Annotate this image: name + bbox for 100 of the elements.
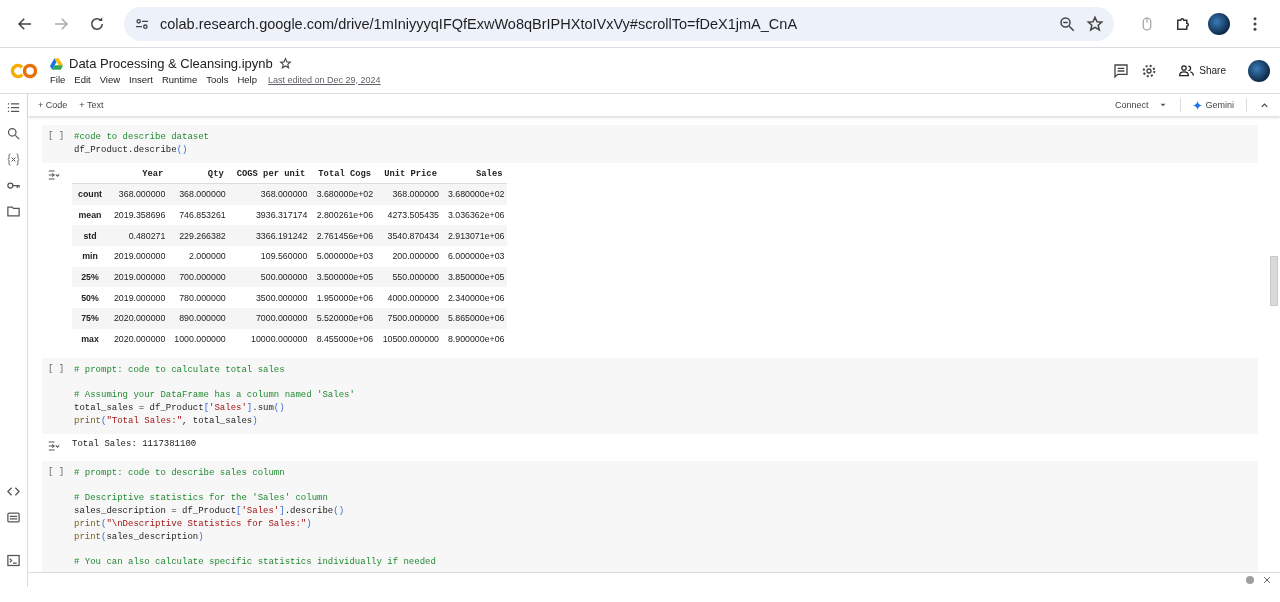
add-code-button[interactable]: + Code	[38, 100, 68, 110]
table-cell: 746.853261	[168, 204, 229, 226]
output-text: Total Sales: 1117381100	[72, 437, 197, 451]
status-dot-icon	[1246, 576, 1254, 584]
row-label: mean	[72, 204, 108, 226]
run-cell-button[interactable]: [ ]	[48, 466, 74, 569]
table-cell: 700.000000	[168, 266, 229, 288]
table-cell: 3936.317174	[228, 204, 311, 226]
table-cell: 1.950000e+06	[310, 287, 377, 309]
table-cell: 2019.000000	[107, 287, 169, 309]
table-cell: 6.000000e+03	[441, 246, 508, 267]
table-cell: 8.455000e+06	[310, 328, 377, 350]
table-cell: 5.865000e+06	[441, 308, 508, 329]
table-cell: 2.800261e+06	[310, 204, 377, 226]
table-cell: 0.480271	[107, 225, 169, 247]
column-header: Sales	[441, 165, 508, 184]
code-comment: # You can also calculate specific statistics individually if needed	[74, 555, 436, 569]
table-cell: 368.000000	[376, 183, 442, 205]
column-header: Qty	[168, 165, 229, 184]
column-header: Total Cogs	[310, 165, 377, 184]
table-cell: 8.900000e+06	[441, 328, 508, 350]
code-line: total_sales = df_Product['Sales'].sum()	[74, 401, 285, 415]
table-cell: 890.000000	[168, 308, 229, 329]
colab-logo-icon[interactable]	[10, 62, 38, 79]
row-label: min	[72, 246, 108, 267]
star-icon[interactable]	[278, 57, 292, 70]
code-line: print("\nDescriptive Statistics for Sales:")	[74, 517, 312, 531]
table-cell: 2.761456e+06	[310, 225, 377, 247]
run-cell-button[interactable]: [ ]	[48, 131, 74, 157]
table-cell: 10500.000000	[376, 328, 442, 350]
row-label: 50%	[72, 287, 108, 309]
table-cell: 109.560000	[228, 246, 311, 267]
code-line: print("Total Sales:", total_sales)	[74, 414, 258, 428]
settings-icon[interactable]	[1141, 62, 1158, 79]
menu-item[interactable]: Insert	[129, 74, 153, 85]
table-cell: 10000.000000	[228, 328, 311, 350]
table-cell: 500.000000	[228, 266, 311, 288]
scrollbar-thumb[interactable]	[1270, 256, 1278, 306]
menu-item[interactable]: Runtime	[161, 74, 198, 85]
run-cell-button[interactable]: [ ]	[48, 363, 74, 428]
folder-icon[interactable]	[6, 204, 21, 219]
table-cell: 200.000000	[376, 246, 442, 267]
row-label: std	[72, 225, 108, 247]
table-cell: 2020.000000	[107, 308, 169, 329]
code-cell[interactable]	[42, 460, 1258, 572]
terminal-icon[interactable]	[6, 553, 21, 568]
account-avatar[interactable]	[1248, 59, 1270, 82]
profile-avatar[interactable]	[1208, 12, 1230, 35]
row-label: 75%	[72, 308, 108, 329]
table-cell: 7500.000000	[376, 308, 442, 329]
table-of-contents-icon[interactable]	[6, 100, 21, 115]
code-cell[interactable]: [ ] #code to describe dataset df_Product.describe()	[42, 125, 1258, 163]
table-cell: 368.000000	[228, 183, 311, 205]
table-cell: 3.850000e+05	[441, 266, 508, 288]
add-text-button[interactable]: + Text	[79, 100, 104, 110]
table-cell: 2019.000000	[107, 266, 169, 288]
connect-button[interactable]: Connect	[1114, 100, 1149, 110]
table-cell: 2.913071e+06	[441, 225, 508, 247]
code-cell[interactable]: [ ] # prompt: code to calculate total sales # Assuming your DataFrame has a column named 'Sales' total_sales = df_Product['Sales'].sum() print("Total Sales:", total_sales)	[42, 357, 1258, 434]
table-cell: 368.000000	[107, 183, 169, 205]
code-comment: # prompt: code to calculate total sales	[74, 363, 285, 377]
menu-item[interactable]: View	[99, 74, 121, 85]
close-icon[interactable]	[1262, 575, 1272, 585]
table-cell: 550.000000	[376, 266, 442, 288]
menu-item[interactable]: File	[50, 74, 66, 85]
output-toggle-icon[interactable]	[46, 438, 62, 453]
table-cell: 4000.000000	[376, 287, 442, 309]
table-cell: 780.000000	[168, 287, 229, 309]
table-cell: 3500.000000	[228, 287, 311, 309]
sparkle-icon	[1193, 100, 1203, 110]
column-header: COGS per unit	[228, 165, 311, 184]
command-palette-icon[interactable]	[6, 510, 21, 525]
notebook-title[interactable]: Data Processing & Cleansing.ipynb	[69, 56, 273, 71]
column-header: Unit Price	[376, 165, 442, 184]
variables-icon[interactable]	[6, 152, 21, 167]
table-cell: 3540.870434	[376, 225, 442, 247]
code-comment: # Assuming your DataFrame has a column named 'Sales'	[74, 388, 355, 402]
table-cell: 5.000000e+03	[310, 246, 377, 267]
bookmark-star-icon[interactable]	[1086, 14, 1104, 33]
table-cell: 4273.505435	[376, 204, 442, 226]
last-edited-link[interactable]: Last edited on Dec 29, 2024	[268, 74, 381, 85]
table-cell: 3.680000e+02	[441, 183, 508, 205]
menu-item[interactable]: Help	[237, 74, 257, 85]
menu-item[interactable]: Edit	[74, 74, 91, 85]
table-cell: 3.500000e+05	[310, 266, 377, 288]
share-button[interactable]: Share	[1179, 64, 1226, 77]
zoom-out-icon[interactable]	[1058, 14, 1076, 33]
search-icon[interactable]	[6, 126, 21, 141]
comment-icon[interactable]	[1113, 62, 1130, 79]
table-cell: 2020.000000	[107, 328, 169, 350]
output-toggle-icon[interactable]	[46, 168, 62, 182]
menu-item[interactable]: Tools	[206, 74, 229, 85]
gemini-button[interactable]: Gemini	[1193, 100, 1234, 110]
people-icon	[1179, 64, 1195, 77]
code-comment: # prompt: code to describe sales column	[74, 466, 285, 480]
table-cell: 2019.358696	[107, 204, 169, 226]
table-cell: 229.266382	[168, 225, 229, 247]
table-cell: 2019.000000	[107, 246, 169, 267]
row-label: count	[72, 183, 108, 205]
column-header: Year	[107, 165, 169, 184]
